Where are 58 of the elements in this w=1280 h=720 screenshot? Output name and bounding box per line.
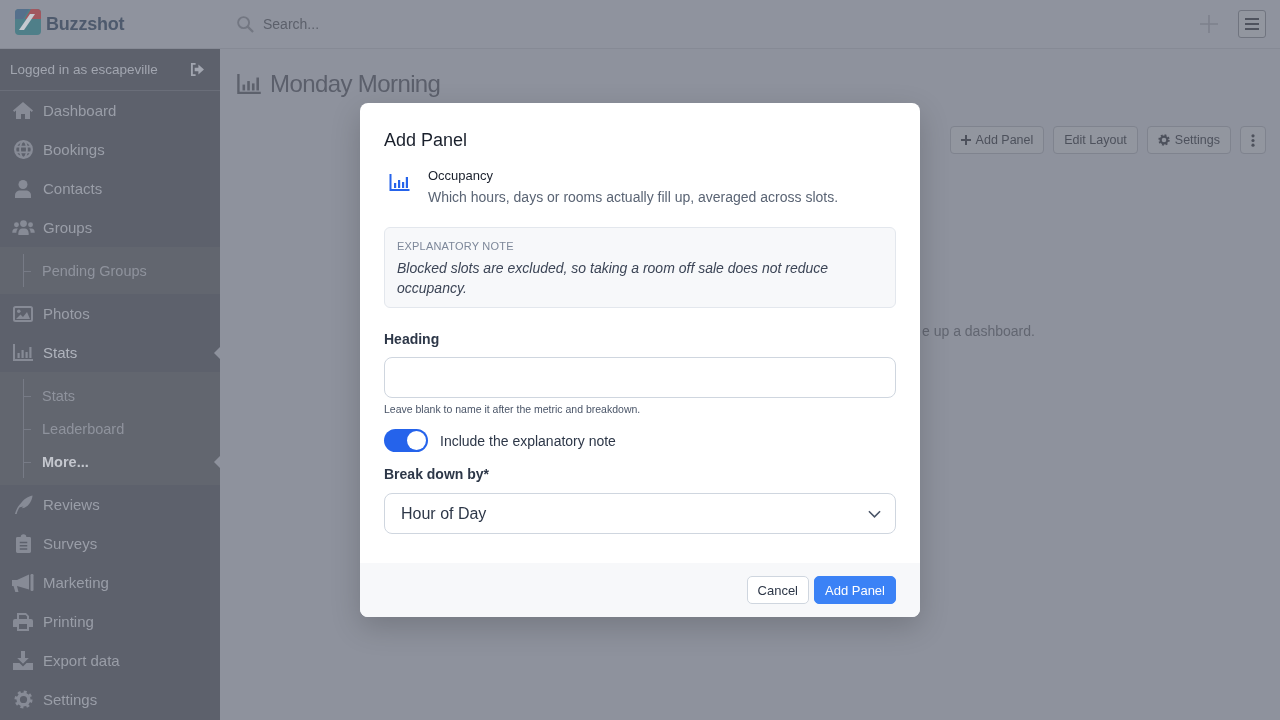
sidebar-subitem[interactable]: More... xyxy=(24,445,220,478)
person-icon xyxy=(15,179,31,198)
sidebar-item[interactable]: Bookings xyxy=(0,130,220,169)
toggle-label: Include the explanatory note xyxy=(440,432,616,449)
settings-icon xyxy=(13,690,33,709)
logged-in-label: Logged in as escapeville xyxy=(10,62,158,77)
logout-icon[interactable] xyxy=(190,63,204,76)
bar-chart-icon xyxy=(237,74,261,94)
note-text: Blocked slots are excluded, so taking a room off sale does not reduce occupancy. xyxy=(397,259,830,298)
toolbar-button[interactable]: Add Panel xyxy=(949,126,1045,154)
plus-icon xyxy=(960,135,971,145)
dialog-title: Add Panel xyxy=(384,129,468,152)
toolbar-button[interactable]: Settings xyxy=(1146,126,1231,154)
clipboard-icon xyxy=(15,534,31,553)
brand-name: Buzzshot xyxy=(46,13,125,35)
sidebar-item[interactable]: Stats xyxy=(0,333,220,372)
dialog-button[interactable]: Add Panel xyxy=(814,576,896,604)
image-icon xyxy=(13,305,33,322)
metric-name: Occupancy xyxy=(428,167,494,185)
bar-chart-icon xyxy=(389,174,410,191)
heading-input[interactable] xyxy=(384,357,896,398)
toggle-switch[interactable] xyxy=(384,429,428,452)
pointer-icon xyxy=(214,455,220,468)
breakdown-select[interactable]: Hour of Day xyxy=(384,493,896,534)
download-icon xyxy=(13,651,33,670)
sidebar-item[interactable]: Reviews xyxy=(0,485,220,524)
vertical-dots-icon xyxy=(1251,133,1255,147)
heading-hint: Leave blank to name it after the metric and breakdown. xyxy=(384,402,641,416)
sidebar-item[interactable]: Surveys xyxy=(0,524,220,563)
settings-icon xyxy=(1157,134,1170,146)
logo-icon xyxy=(15,9,41,35)
pointer-icon xyxy=(214,346,220,359)
toolbar-button[interactable]: Edit Layout xyxy=(1053,126,1138,154)
menu-button[interactable] xyxy=(1238,10,1266,38)
sidebar-item[interactable]: Printing xyxy=(0,602,220,641)
note-label: EXPLANATORY NOTE xyxy=(397,239,514,253)
bar-chart-icon xyxy=(13,344,33,361)
chevron-down-icon xyxy=(868,509,881,518)
metric-description: Which hours, days or rooms actually fill up, averaged across slots. xyxy=(428,188,839,207)
heading-label: Heading xyxy=(384,330,440,349)
breakdown-label: Break down by* xyxy=(384,465,490,484)
sidebar-item[interactable]: Dashboard xyxy=(0,91,220,130)
house-icon xyxy=(13,102,33,119)
sidebar-item[interactable]: Marketing xyxy=(0,563,220,602)
dialog-button[interactable]: Cancel xyxy=(746,576,809,604)
search-icon xyxy=(237,15,254,33)
more-options-button[interactable] xyxy=(1240,126,1266,154)
globe-icon xyxy=(13,140,33,159)
printer-icon xyxy=(13,612,33,631)
megaphone-icon xyxy=(12,573,34,592)
feather-icon xyxy=(13,495,33,514)
sidebar-item[interactable]: Photos xyxy=(0,294,220,333)
sidebar-item[interactable]: Settings xyxy=(0,680,220,719)
sidebar-item[interactable]: Export data xyxy=(0,641,220,680)
people-icon xyxy=(11,220,35,235)
menu-icon xyxy=(1245,18,1259,30)
sidebar-item[interactable]: Groups xyxy=(0,208,220,247)
sidebar-item[interactable]: Contacts xyxy=(0,169,220,208)
